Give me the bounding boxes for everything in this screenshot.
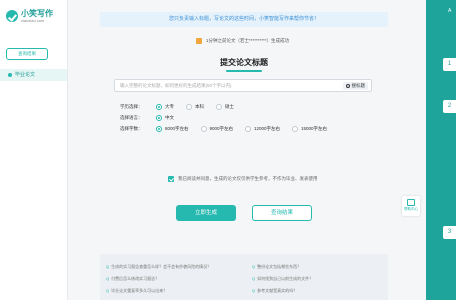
radio-icon[interactable] — [156, 104, 162, 110]
faq-item[interactable]: Q 生成的实习报告查重怎么样？会不会有抄袭风险的情况？ — [106, 264, 211, 270]
notice-text: 1分钟之前论文（若士**********）生成成功 — [206, 38, 290, 43]
faq-panel: Q 生成的实习报告查重怎么样？会不会有抄袭风险的情况？ Q 付费后怎么修改实习报告？… — [100, 254, 388, 300]
option-label: 8000字左右 — [165, 126, 189, 131]
words-option-8000[interactable]: 8000字左右 — [156, 126, 189, 132]
degree-option-junior[interactable]: 大专 — [156, 104, 174, 110]
logo-icon — [6, 10, 18, 22]
faq-q-mark: Q — [252, 276, 256, 281]
faq-question: 付费后怎么修改实习报告？ — [111, 276, 160, 281]
faq-q-mark: Q — [252, 264, 256, 269]
success-notice: 1分钟之前论文（若士**********）生成成功 — [196, 38, 289, 44]
faq-q-mark: Q — [252, 288, 256, 293]
radio-icon[interactable] — [156, 126, 162, 132]
query-result-button[interactable]: 查询结果 — [252, 205, 312, 221]
logo-domain: xiaoxiao.com — [21, 18, 45, 23]
faq-q-mark: Q — [106, 276, 110, 281]
language-option-chinese[interactable]: 中文 — [156, 115, 174, 121]
search-button[interactable]: 搜标题 — [342, 82, 368, 90]
degree-option-bachelor[interactable]: 本科 — [186, 104, 204, 110]
faq-item[interactable]: Q 毕业论文重复率多久可以出来？ — [106, 288, 167, 294]
radio-icon[interactable] — [156, 115, 162, 121]
sidebar-query-button[interactable]: 查询结果 — [6, 48, 48, 60]
help-float-widget[interactable]: 帮助中心 — [402, 196, 420, 216]
faq-question: 参考文献是真实的吗？ — [257, 288, 298, 293]
sidebar-item-label: 毕业论文 — [15, 72, 36, 78]
words-option-12000[interactable]: 12000字左右 — [245, 126, 280, 132]
search-button-label: 搜标题 — [351, 83, 366, 88]
title-underline — [226, 70, 262, 72]
step-badge-2: 2 — [443, 100, 456, 113]
faq-q-mark: Q — [106, 264, 110, 269]
words-option-15000[interactable]: 15000字左右 — [292, 126, 327, 132]
option-label: 15000字左右 — [301, 126, 328, 131]
radio-icon[interactable] — [216, 104, 222, 110]
logo[interactable]: 小笑写作 xiaoxiao.com — [6, 9, 53, 23]
words-option-9000[interactable]: 9000字左右 — [200, 126, 234, 132]
radio-icon[interactable] — [245, 126, 252, 132]
faq-item[interactable]: Q 付费后怎么修改实习报告？ — [106, 276, 159, 282]
option-label: 12000字左右 — [254, 126, 281, 131]
left-sidebar: 小笑写作 xiaoxiao.com 查询结果 毕业论文 — [0, 0, 68, 300]
bullet-icon — [8, 72, 12, 77]
faq-item[interactable]: Q 如何找到自己以前生成的文件？ — [252, 276, 313, 282]
wordcount-row: 选择字数： 8000字左右 9000字左右 12000字左右 15000字左右 — [120, 125, 339, 133]
agreement[interactable]: 我已阅读并同意，生成的论文仅仅供学生参考，不作为毕业、发表使用 — [168, 176, 318, 182]
title-search-box[interactable]: 输入完整的论文标题，如何更好的生成结果(50个字以内) 搜标题 — [114, 79, 372, 92]
faq-item[interactable]: Q 参考文献是真实的吗？ — [252, 288, 297, 294]
speaker-icon — [196, 38, 202, 44]
radio-icon[interactable] — [292, 126, 299, 132]
agreement-text: 我已阅读并同意，生成的论文仅仅供学生参考，不作为毕业、发表使用 — [178, 176, 318, 181]
faq-question: 整份论文包括哪些东西？ — [257, 264, 302, 269]
right-panel: 1 2 3 — [426, 0, 456, 300]
step-badge-3: 3 — [443, 226, 456, 239]
option-label: 硕士 — [225, 104, 234, 109]
radio-icon[interactable] — [186, 104, 192, 110]
faq-question: 如何找到自己以前生成的文件？ — [257, 276, 314, 281]
logo-name: 小笑写作 — [21, 9, 53, 18]
option-label: 中文 — [165, 115, 174, 120]
search-icon — [345, 84, 350, 88]
option-label: 大专 — [165, 104, 174, 109]
right-panel-top-char: A — [448, 8, 452, 14]
faq-question: 毕业论文重复率多久可以出来？ — [111, 288, 168, 293]
help-icon — [407, 199, 415, 206]
language-row: 选择语言： 中文 — [120, 114, 186, 122]
checkbox-icon[interactable] — [168, 176, 174, 182]
page-title: 提交论文标题 — [220, 58, 268, 67]
sidebar-item-thesis[interactable]: 毕业论文 — [0, 69, 67, 81]
degree-option-master[interactable]: 硕士 — [216, 104, 234, 110]
faq-item[interactable]: Q 整份论文包括哪些东西？ — [252, 264, 301, 270]
search-input[interactable]: 输入完整的论文标题，如何更好的生成结果(50个字以内) — [120, 80, 232, 92]
generate-button[interactable]: 立即生成 — [176, 205, 236, 221]
faq-question: 生成的实习报告查重怎么样？会不会有抄袭风险的情况？ — [111, 264, 212, 269]
degree-row: 学历选择： 大专 本科 硕士 — [120, 103, 246, 111]
option-label: 9000字左右 — [209, 126, 234, 131]
option-label: 本科 — [195, 104, 204, 109]
radio-icon[interactable] — [200, 126, 207, 132]
main-panel: 您只负责输入标题，写论文的这些时间，小笑智能写作来帮你节省！ 1分钟之前论文（若… — [100, 12, 388, 300]
step-badge-1: 1 — [443, 58, 456, 71]
wordcount-label: 选择字数： — [120, 126, 143, 131]
info-banner: 您只负责输入标题，写论文的这些时间，小笑智能写作来帮你节省！ — [100, 12, 388, 27]
faq-q-mark: Q — [106, 288, 110, 293]
degree-label: 学历选择： — [120, 104, 143, 109]
language-label: 选择语言： — [120, 115, 143, 120]
help-label: 帮助中心 — [404, 207, 418, 211]
